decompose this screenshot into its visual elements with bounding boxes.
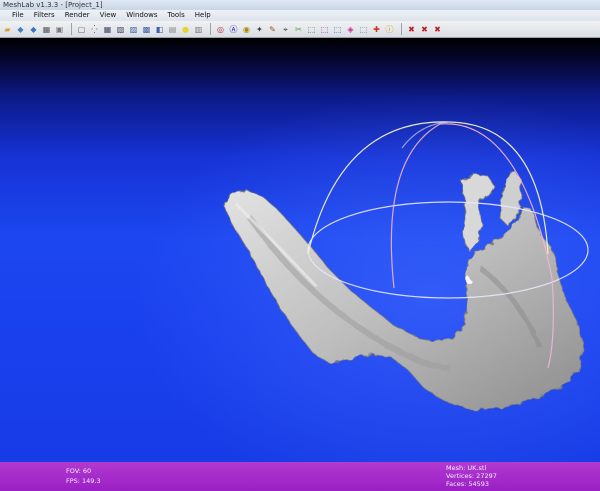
bbox-icon[interactable]: ▢ [76,24,87,35]
menu-filters[interactable]: Filters [34,10,55,21]
texture-icon[interactable]: ▤ [167,24,178,35]
select-faces-icon[interactable]: ⬚ [306,24,317,35]
select-vertices-icon[interactable]: ✦ [254,24,265,35]
face-count: Faces: 54593 [446,480,490,488]
3d-viewport[interactable] [0,38,600,462]
flat-lines-icon[interactable]: ▨ [128,24,139,35]
toolbar-separator [401,23,402,35]
measure-icon[interactable]: ◉ [241,24,252,35]
menu-render[interactable]: Render [65,10,90,21]
window-title: MeshLab v1.3.3 - [Project_1] [3,1,103,9]
select-region-icon[interactable]: ⬚ [332,24,343,35]
paint-brush-icon[interactable]: ✎ [267,24,278,35]
vertex-count: Vertices: 27297 [446,472,497,480]
pick-points-icon[interactable]: ⌖ [280,24,291,35]
toolbar-separator [210,23,211,35]
snapshot-icon[interactable]: ▣ [54,24,65,35]
align-icon[interactable]: ✂ [293,24,304,35]
window-title-bar: MeshLab v1.3.3 - [Project_1] [0,0,600,10]
mandible-mesh[interactable] [223,169,585,411]
menu-bar: File Filters Render View Windows Tools Help [0,10,600,21]
status-bar: FOV: 60 FPS: 149.3 Mesh: UK.stl Vertices… [0,462,600,491]
points-icon[interactable]: ⁛ [89,24,100,35]
main-toolbar: ▰ ◆ ◆ ▦ ▣ ▢ ⁛ ▦ ▧ ▨ ▩ ◧ ▤ ● ▥ ◎ Ⓐ ◉ ✦ ✎ ⌖ ✂ ⬚ ⬚ ⬚ ◈ ⬚ ✚ ⓘ ✖ ✖ ✖ [0,21,600,38]
back-face-icon[interactable]: ▥ [193,24,204,35]
light-icon[interactable]: ● [180,24,191,35]
wireframe-icon[interactable]: ▦ [102,24,113,35]
save-icon[interactable]: ▦ [41,24,52,35]
fov-readout: FOV: 60 [66,467,92,475]
menu-help[interactable]: Help [195,10,211,21]
delete-all-icon[interactable]: ✖ [432,24,443,35]
z-paint-icon[interactable]: ✚ [371,24,382,35]
reload-icon[interactable]: ◆ [28,24,39,35]
annotation-icon[interactable]: Ⓐ [228,24,239,35]
open-project-icon[interactable]: ◆ [15,24,26,35]
delete-faces-icon[interactable]: ✖ [419,24,430,35]
open-folder-icon[interactable]: ▰ [2,24,13,35]
menu-file[interactable]: File [12,10,24,21]
toolbar-separator [71,23,72,35]
select-connected-icon[interactable]: ⬚ [319,24,330,35]
delete-vertices-icon[interactable]: ✖ [406,24,417,35]
mesh-edit-icon[interactable]: ⬚ [358,24,369,35]
fps-readout: FPS: 149.3 [66,477,101,485]
flat-shading-icon[interactable]: ▩ [141,24,152,35]
scene-canvas[interactable] [0,38,600,462]
info-icon[interactable]: ⓘ [384,24,395,35]
menu-view[interactable]: View [100,10,117,21]
mesh-name: Mesh: UK.stl [446,464,487,472]
hidden-lines-icon[interactable]: ▧ [115,24,126,35]
menu-tools[interactable]: Tools [168,10,185,21]
trackball-icon[interactable]: ◎ [215,24,226,35]
menu-windows[interactable]: Windows [126,10,157,21]
smooth-shading-icon[interactable]: ◧ [154,24,165,35]
color-select-icon[interactable]: ◈ [345,24,356,35]
